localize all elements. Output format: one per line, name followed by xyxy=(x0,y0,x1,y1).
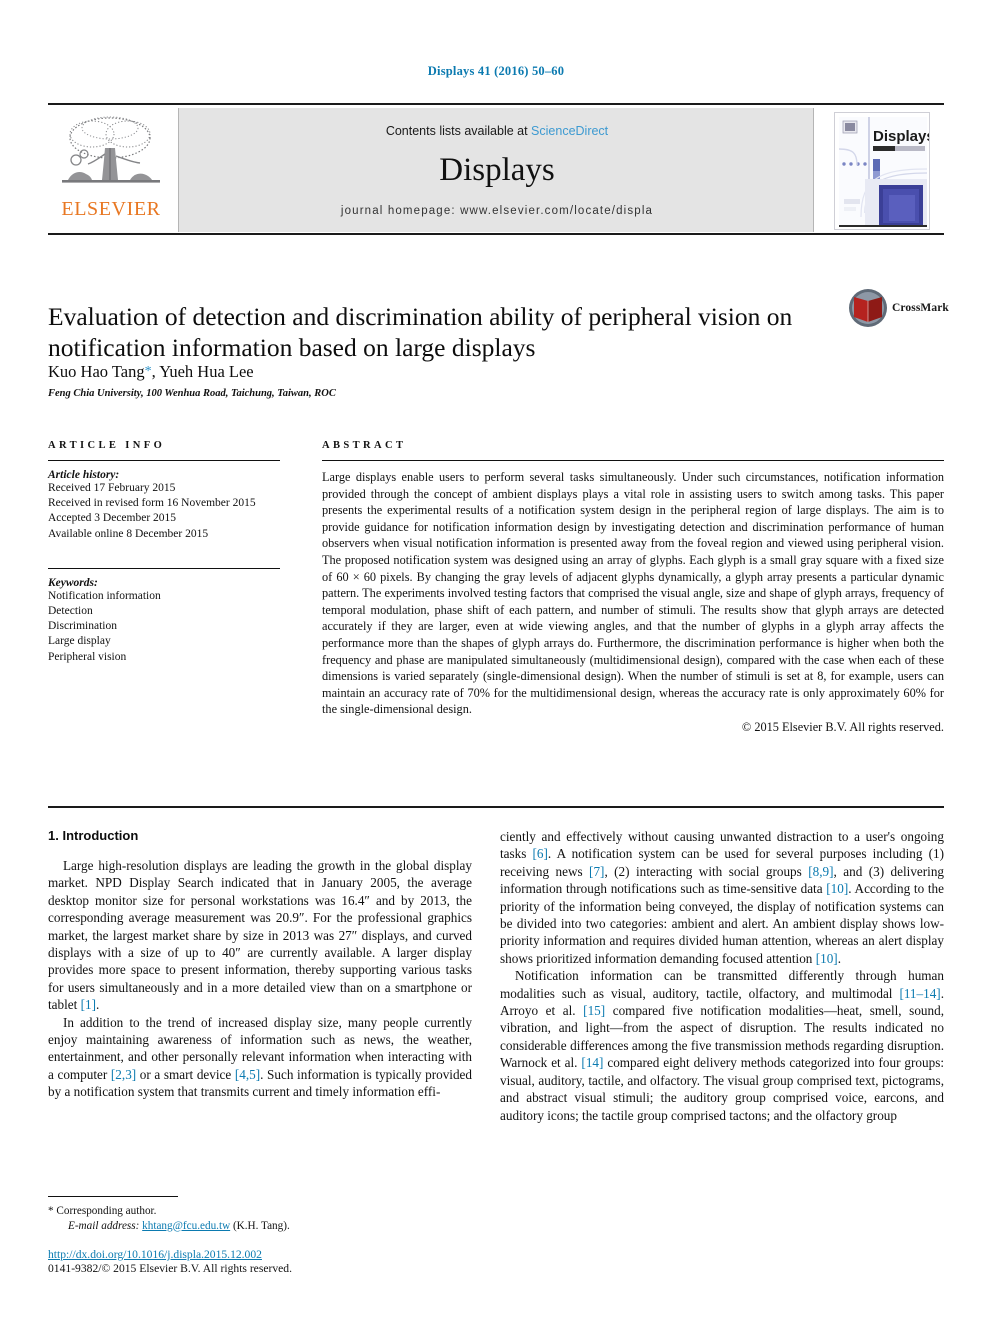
paragraph: Notification information can be transmit… xyxy=(500,967,944,1124)
paragraph: ciently and effectively without causing … xyxy=(500,828,944,967)
doi-link[interactable]: http://dx.doi.org/10.1016/j.displa.2015.… xyxy=(48,1248,472,1261)
affiliation: Feng Chia University, 100 Wenhua Road, T… xyxy=(48,388,336,399)
author-corresponding: Kuo Hao Tang xyxy=(48,362,145,381)
page-title: Evaluation of detection and discriminati… xyxy=(48,302,793,363)
section-heading-introduction: 1. Introduction xyxy=(48,828,139,843)
footnote-block: * Corresponding author. E-mail address: … xyxy=(48,1196,472,1233)
citation-link[interactable]: [2,3] xyxy=(111,1067,136,1082)
crossmark-badge[interactable]: CrossMark xyxy=(848,288,949,342)
paragraph-text: Large high-resolution displays are leadi… xyxy=(48,858,472,1013)
email-link[interactable]: khtang@fcu.edu.tw xyxy=(142,1220,230,1232)
history-item: Received in revised form 16 November 201… xyxy=(48,497,256,510)
journal-masthead: ELSEVIER Contents lists available at Sci… xyxy=(48,103,944,235)
keyword-item: Notification information xyxy=(48,589,161,602)
keywords-group: Keywords: Notification information Detec… xyxy=(48,567,280,665)
elsevier-logo: ELSEVIER xyxy=(48,108,174,232)
paragraph-text: Notification information can be transmit… xyxy=(500,968,944,1001)
divider xyxy=(322,460,944,461)
history-item: Accepted 3 December 2015 xyxy=(48,512,177,525)
article-info-column: Article info Article history: Received 1… xyxy=(48,440,280,665)
journal-title: Displays xyxy=(439,152,555,188)
keyword-item: Discrimination xyxy=(48,620,117,633)
author-rest: , Yueh Hua Lee xyxy=(151,362,254,381)
abstract-column: Abstract Large displays enable users to … xyxy=(322,440,944,735)
masthead-center-panel: Contents lists available at ScienceDirec… xyxy=(178,108,814,232)
citation-link[interactable]: [10] xyxy=(816,951,838,966)
paragraph: In addition to the trend of increased di… xyxy=(48,1014,472,1101)
doi-block: http://dx.doi.org/10.1016/j.displa.2015.… xyxy=(48,1248,472,1275)
contents-prefix-text: Contents lists available at xyxy=(385,124,532,138)
paragraph-text: or a smart device xyxy=(136,1066,235,1082)
email-label: E-mail address: xyxy=(68,1219,140,1232)
keywords-label: Keywords: xyxy=(48,576,98,589)
body-column-right: ciently and effectively without causing … xyxy=(500,828,944,1124)
abstract-copyright: © 2015 Elsevier B.V. All rights reserved… xyxy=(741,719,944,734)
keyword-item: Detection xyxy=(48,605,93,618)
svg-text:Displays: Displays xyxy=(873,128,930,145)
body-column-left: 1. Introduction Large high-resolution di… xyxy=(48,828,472,1101)
keyword-item: Peripheral vision xyxy=(48,650,127,663)
paragraph-text: , (2) interacting with social groups xyxy=(604,863,809,879)
running-head: Displays 41 (2016) 50–60 xyxy=(427,64,565,78)
citation-link[interactable]: [8,9] xyxy=(808,864,833,879)
article-info-heading: Article info xyxy=(48,440,166,451)
citation-link[interactable]: [10] xyxy=(826,881,848,896)
footnote-divider xyxy=(48,1196,178,1197)
elsevier-wordmark: ELSEVIER xyxy=(61,198,161,220)
citation-link[interactable]: [7] xyxy=(589,864,604,879)
history-item: Received 17 February 2015 xyxy=(48,482,176,494)
email-note: E-mail address: khtang@fcu.edu.tw (K.H. … xyxy=(48,1219,472,1234)
corresponding-author-note: * Corresponding author. xyxy=(48,1204,472,1219)
crossmark-label: CrossMark xyxy=(892,302,949,314)
article-page: Displays 41 (2016) 50–60 ELSEVIER Conten… xyxy=(0,0,992,1323)
author-list: Kuo Hao Tang*, Yueh Hua Lee xyxy=(48,362,748,382)
sciencedirect-link[interactable]: ScienceDirect xyxy=(531,124,608,138)
citation-link[interactable]: [4,5] xyxy=(235,1067,260,1082)
keyword-item: Large display xyxy=(48,635,111,648)
divider xyxy=(48,567,280,569)
paragraph: Large high-resolution displays are leadi… xyxy=(48,857,472,1014)
citation-link[interactable]: [14] xyxy=(581,1055,603,1070)
cover-image: Displays xyxy=(834,112,930,230)
info-abstract-block: Article info Article history: Received 1… xyxy=(48,440,944,810)
citation-link[interactable]: [1] xyxy=(81,997,96,1012)
contents-available-line: Contents lists available at ScienceDirec… xyxy=(179,124,815,138)
citation-link[interactable]: [15] xyxy=(583,1003,605,1018)
journal-cover-thumbnail: Displays xyxy=(818,108,944,232)
elsevier-tree-icon xyxy=(62,116,160,183)
email-suffix: (K.H. Tang). xyxy=(230,1219,290,1232)
paragraph-text: . xyxy=(95,997,100,1013)
abstract-text: Large displays enable users to perform s… xyxy=(322,470,944,717)
citation-link[interactable]: [6] xyxy=(533,846,548,861)
section-divider xyxy=(48,806,944,808)
footnote-text: Corresponding author. xyxy=(53,1205,157,1217)
corresponding-author-marker: * xyxy=(144,364,152,379)
paragraph-text: . xyxy=(837,950,841,966)
history-item: Available online 8 December 2015 xyxy=(48,527,209,540)
abstract-heading: Abstract xyxy=(322,440,407,451)
crossmark-icon xyxy=(849,289,887,327)
divider xyxy=(48,460,280,461)
citation-link[interactable]: [11–14] xyxy=(899,986,940,1001)
issn-copyright: 0141-9382/© 2015 Elsevier B.V. All right… xyxy=(48,1262,292,1275)
journal-homepage-link[interactable]: journal homepage: www.elsevier.com/locat… xyxy=(179,205,815,217)
article-history-label: Article history: xyxy=(48,469,120,481)
